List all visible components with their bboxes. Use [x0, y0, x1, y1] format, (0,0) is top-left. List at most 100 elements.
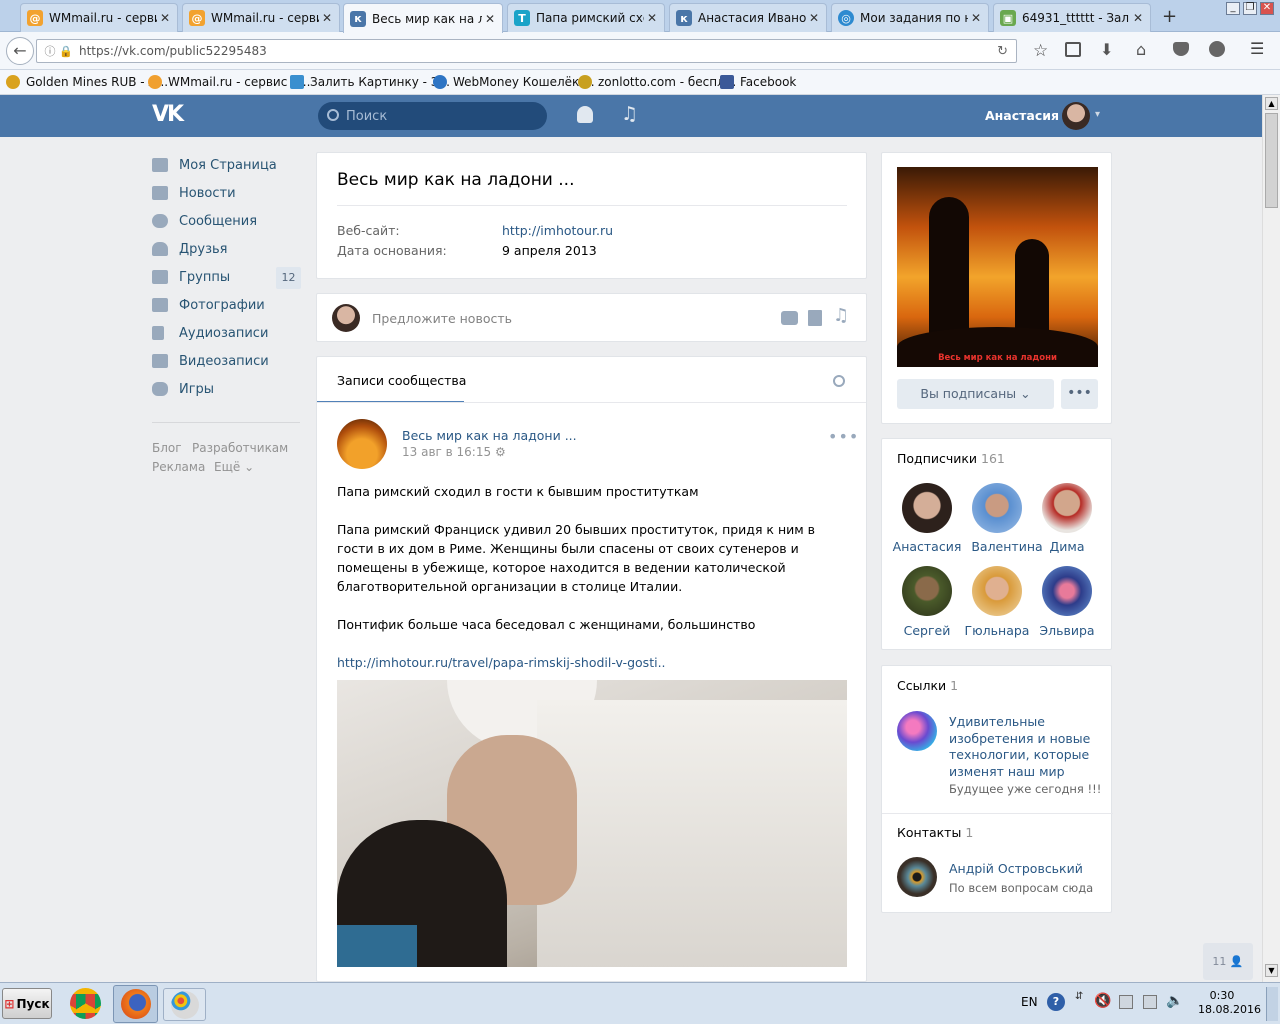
minimize-button[interactable]: _	[1226, 2, 1240, 15]
sidebar-item-audio[interactable]: Аудиозаписи	[152, 323, 268, 343]
search-input[interactable]: Поиск	[318, 102, 547, 130]
header-user-name[interactable]: Анастасия	[985, 108, 1059, 123]
bookmark-item[interactable]: zonlotto.com - беспл...	[578, 75, 736, 89]
bookmark-star-icon[interactable]: ☆	[1033, 41, 1048, 61]
restore-button[interactable]: ❐	[1243, 2, 1257, 15]
reload-icon[interactable]: ↻	[997, 44, 1008, 59]
subscribed-button[interactable]: Вы подписаны ⌄	[897, 379, 1054, 409]
tray-expand-icon[interactable]: ⇵	[1075, 991, 1083, 1002]
show-desktop-button[interactable]	[1266, 987, 1278, 1021]
browser-tab-active[interactable]: к Весь мир как на ла... ✕	[343, 3, 503, 33]
footer-link-blog[interactable]: Блог	[152, 441, 182, 455]
footer-link-developers[interactable]: Разработчикам	[192, 441, 288, 455]
contacts-header[interactable]: Контакты 1	[897, 825, 973, 840]
menu-icon[interactable]: ☰	[1250, 41, 1264, 57]
music-player-icon[interactable]: ♫	[621, 103, 638, 125]
sidebar-item-messages[interactable]: Сообщения	[152, 211, 257, 231]
music-icon[interactable]: ♫	[833, 305, 849, 326]
start-button[interactable]: ⊞ Пуск	[2, 988, 52, 1019]
more-actions-button[interactable]: •••	[1061, 379, 1098, 409]
browser-tab[interactable]: T Папа римский сход... ✕	[507, 3, 665, 32]
search-icon[interactable]	[833, 375, 845, 387]
subscribers-header[interactable]: Подписчики 161	[897, 451, 1005, 466]
paint-taskbar-button[interactable]	[163, 988, 206, 1021]
link-title[interactable]: Удивительные изобретения и новые техноло…	[949, 714, 1099, 780]
footer-link-ads[interactable]: Реклама	[152, 460, 205, 474]
link-thumbnail[interactable]	[897, 711, 937, 751]
chrome-icon[interactable]	[70, 988, 101, 1019]
page-scrollbar[interactable]: ▲ ▼	[1262, 95, 1280, 982]
chevron-down-icon[interactable]: ▾	[1095, 109, 1100, 120]
subscriber-name[interactable]: Эльвира	[1022, 623, 1112, 638]
chat-icon[interactable]	[1209, 41, 1225, 57]
subscriber-name[interactable]: Дима	[1022, 539, 1112, 554]
subscriber-avatar[interactable]	[902, 483, 952, 533]
more-options-icon[interactable]: •••	[828, 427, 859, 446]
network-icon[interactable]	[1143, 995, 1157, 1009]
community-cover-photo[interactable]: Весь мир как на ладони	[897, 167, 1098, 367]
close-icon[interactable]: ✕	[1130, 11, 1146, 25]
sidebar-item-news[interactable]: Новости	[152, 183, 236, 203]
sidebar-item-friends[interactable]: Друзья	[152, 239, 228, 259]
post-date[interactable]: 13 авг в 16:15 ⚙	[402, 445, 506, 459]
back-icon[interactable]: ←	[6, 37, 34, 65]
subscriber-avatar[interactable]	[972, 566, 1022, 616]
community-avatar[interactable]	[337, 419, 387, 469]
sidebar-item-groups[interactable]: Группы 12	[152, 267, 301, 289]
language-indicator[interactable]: EN	[1021, 995, 1038, 1009]
close-icon[interactable]: ✕	[968, 11, 984, 25]
browser-tab[interactable]: к Анастасия Иванова ✕	[669, 3, 827, 32]
sidebar-item-my-page[interactable]: Моя Страница	[152, 155, 277, 175]
subscriber-name[interactable]: Анастасия	[882, 539, 972, 554]
info-icon[interactable]: ⓘ	[41, 43, 59, 59]
close-icon[interactable]: ✕	[806, 11, 822, 25]
browser-tab[interactable]: ▣ 64931_tttttt - Зали... ✕	[993, 3, 1151, 32]
post-author[interactable]: Весь мир как на ладони ...	[402, 428, 577, 443]
close-icon[interactable]: ✕	[319, 11, 335, 25]
subscriber-avatar[interactable]	[972, 483, 1022, 533]
chat-online-button[interactable]: 11 👤	[1203, 943, 1253, 980]
address-bar[interactable]: ⓘ 🔒 https://vk.com/public52295483 ↻	[36, 39, 1017, 63]
download-icon[interactable]: ⬇	[1100, 40, 1113, 59]
suggest-news-input[interactable]: Предложите новость	[372, 311, 512, 326]
bookmark-item[interactable]: Залить Картинку - З...	[290, 75, 450, 89]
video-icon[interactable]	[808, 310, 822, 326]
firefox-taskbar-button[interactable]	[113, 985, 158, 1023]
bell-icon[interactable]	[577, 106, 593, 123]
post-link[interactable]: http://imhotour.ru/travel/papa-rimskij-s…	[337, 653, 849, 672]
bookmark-item[interactable]: WMmail.ru - сервис п...	[148, 75, 310, 89]
close-icon[interactable]: ✕	[482, 12, 498, 26]
browser-tab[interactable]: @ WMmail.ru - сервис... ✕	[20, 3, 178, 32]
user-avatar[interactable]	[1062, 102, 1090, 130]
post-photo[interactable]	[337, 680, 847, 967]
new-tab-button[interactable]: +	[1162, 6, 1177, 27]
browser-tab[interactable]: @ WMmail.ru - сервис... ✕	[182, 3, 340, 32]
suggest-news-card[interactable]: Предложите новость ♫	[316, 293, 867, 342]
vk-logo-icon[interactable]: VK	[152, 104, 186, 126]
tab-community-posts[interactable]: Записи сообщества	[337, 373, 466, 388]
close-icon[interactable]: ✕	[644, 11, 660, 25]
close-icon[interactable]: ✕	[157, 11, 173, 25]
bookmark-item[interactable]: Facebook	[720, 75, 796, 89]
bookmark-item[interactable]: Golden Mines RUB - А...	[6, 75, 168, 89]
reading-list-icon[interactable]	[1065, 42, 1081, 57]
footer-link-more[interactable]: Ещё ⌄	[214, 460, 254, 474]
sidebar-item-video[interactable]: Видеозаписи	[152, 351, 269, 371]
website-link[interactable]: http://imhotour.ru	[502, 223, 613, 238]
links-header[interactable]: Ссылки 1	[897, 678, 958, 693]
scroll-down-icon[interactable]: ▼	[1265, 964, 1278, 977]
network-error-icon[interactable]	[1119, 995, 1133, 1009]
subscriber-avatar[interactable]	[902, 566, 952, 616]
help-icon[interactable]: ?	[1047, 993, 1065, 1011]
browser-tab[interactable]: ◎ Мои задания по на... ✕	[831, 3, 989, 32]
sidebar-item-games[interactable]: Игры	[152, 379, 214, 399]
close-window-button[interactable]: ✕	[1260, 2, 1274, 15]
camera-icon[interactable]	[781, 311, 798, 325]
bookmark-item[interactable]: WebMoney Кошелёк ...	[433, 75, 595, 89]
subscriber-avatar[interactable]	[1042, 483, 1092, 533]
contact-avatar[interactable]	[897, 857, 937, 897]
volume-icon[interactable]: 🔈	[1166, 993, 1183, 1009]
volume-muted-icon[interactable]: 🔇	[1094, 993, 1111, 1009]
scroll-up-icon[interactable]: ▲	[1265, 97, 1278, 110]
contact-name[interactable]: Андрій Островський	[949, 861, 1083, 876]
